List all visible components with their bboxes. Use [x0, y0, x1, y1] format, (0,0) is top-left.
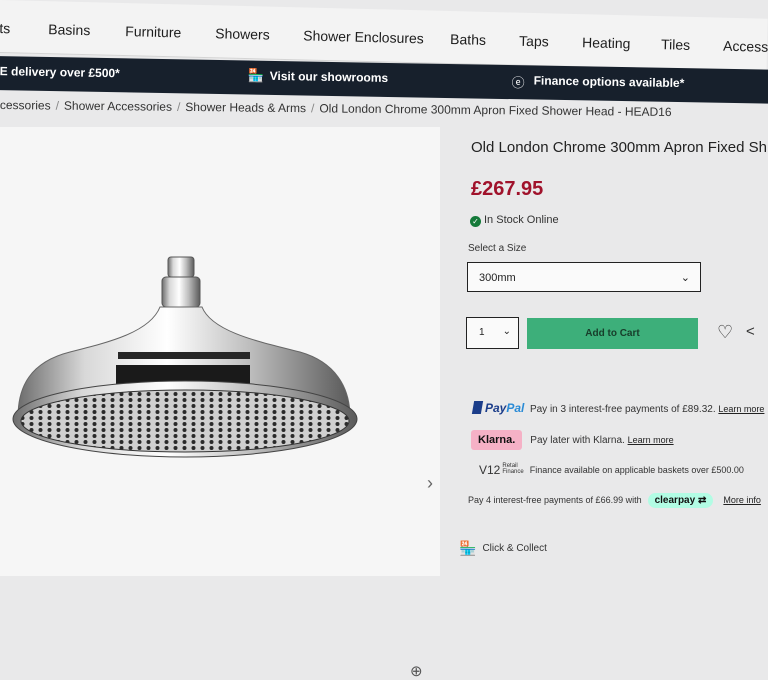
- breadcrumb-item[interactable]: cessories: [0, 98, 51, 113]
- v12-row: V12 Retail Finance Finance available on app…: [479, 463, 744, 477]
- product-price: £267.95: [471, 178, 544, 200]
- paypal-learn-more-link[interactable]: Learn more: [718, 404, 764, 414]
- nav-item-heating[interactable]: Heating: [582, 34, 631, 51]
- breadcrumb-item[interactable]: Shower Accessories: [64, 99, 172, 114]
- shower-head-image: [12, 256, 358, 458]
- klarna-learn-more-link[interactable]: Learn more: [628, 435, 674, 445]
- klarna-logo: Klarna.: [471, 430, 523, 450]
- clearpay-text: Pay 4 interest-free payments of £66.99 w…: [468, 495, 642, 505]
- share-icon[interactable]: <: [746, 323, 755, 340]
- chevron-down-icon: ⌄: [502, 326, 511, 337]
- size-select-value: 300mm: [479, 272, 516, 284]
- nav-item-truncated[interactable]: ts: [0, 20, 10, 36]
- add-to-cart-button[interactable]: Add to Cart: [527, 318, 698, 349]
- paypal-row: PayPal Pay in 3 interest-free payments o…: [471, 401, 764, 415]
- click-and-collect[interactable]: 🏪 Click & Collect: [459, 540, 547, 557]
- nav-item-accessories[interactable]: Accesso: [723, 38, 768, 55]
- breadcrumb-item[interactable]: Shower Heads & Arms: [185, 100, 306, 115]
- clearpay-more-info-link[interactable]: More info: [723, 495, 761, 505]
- clearpay-logo: clearpay ⇄: [647, 493, 714, 508]
- breadcrumb-separator: /: [55, 98, 60, 113]
- breadcrumb-separator: /: [176, 99, 181, 114]
- klarna-row: Klarna. Pay later with Klarna. Learn more: [471, 430, 674, 450]
- zoom-icon[interactable]: ⊕: [410, 662, 423, 680]
- nav-item-taps[interactable]: Taps: [519, 33, 549, 50]
- stock-status-text: In Stock Online: [484, 214, 559, 226]
- stock-status: ✓ In Stock Online: [470, 214, 559, 227]
- chevron-down-icon: ⌄: [680, 272, 690, 284]
- finance-link[interactable]: Finance options available*: [534, 73, 685, 90]
- breadcrumb-current: Old London Chrome 300mm Apron Fixed Show…: [319, 101, 672, 120]
- next-image-arrow-icon[interactable]: ›: [427, 473, 433, 494]
- product-image-panel[interactable]: › ⊕: [0, 127, 440, 680]
- click-and-collect-label: Click & Collect: [482, 543, 547, 554]
- heart-icon[interactable]: ♡: [717, 322, 733, 343]
- size-select[interactable]: 300mm ⌄: [467, 262, 701, 292]
- v12-finance-text: Finance available on applicable baskets …: [529, 465, 744, 475]
- paypal-text: Pay in 3 interest-free payments of £89.3…: [529, 404, 716, 415]
- nav-item-shower-enclosures[interactable]: Shower Enclosures: [303, 27, 424, 46]
- nav-item-baths[interactable]: Baths: [450, 31, 486, 48]
- pound-circle-icon: ⓔ: [511, 75, 525, 91]
- quantity-value: 1: [479, 327, 485, 338]
- quantity-select[interactable]: 1 ⌄: [466, 317, 519, 349]
- nav-item-furniture[interactable]: Furniture: [125, 23, 181, 40]
- delivery-promo[interactable]: E delivery over £500*: [0, 64, 120, 80]
- clearpay-row: Pay 4 interest-free payments of £66.99 w…: [468, 493, 761, 508]
- product-title: Old London Chrome 300mm Apron Fixed Sh: [471, 139, 767, 156]
- v12-finance-logo: V12 Retail Finance: [479, 463, 524, 477]
- klarna-text: Pay later with Klarna.: [530, 435, 625, 446]
- breadcrumb-separator: /: [310, 101, 315, 116]
- nav-item-basins[interactable]: Basins: [48, 21, 90, 38]
- paypal-icon: [471, 401, 484, 414]
- store-icon: 🏪: [459, 540, 477, 556]
- showrooms-link[interactable]: Visit our showrooms: [270, 69, 389, 85]
- paypal-logo: PayPal: [485, 401, 525, 415]
- nav-item-tiles[interactable]: Tiles: [661, 36, 690, 53]
- size-label: Select a Size: [468, 243, 527, 254]
- store-icon: 🏪: [247, 67, 265, 83]
- check-circle-icon: ✓: [470, 216, 481, 227]
- nav-item-showers[interactable]: Showers: [215, 25, 270, 42]
